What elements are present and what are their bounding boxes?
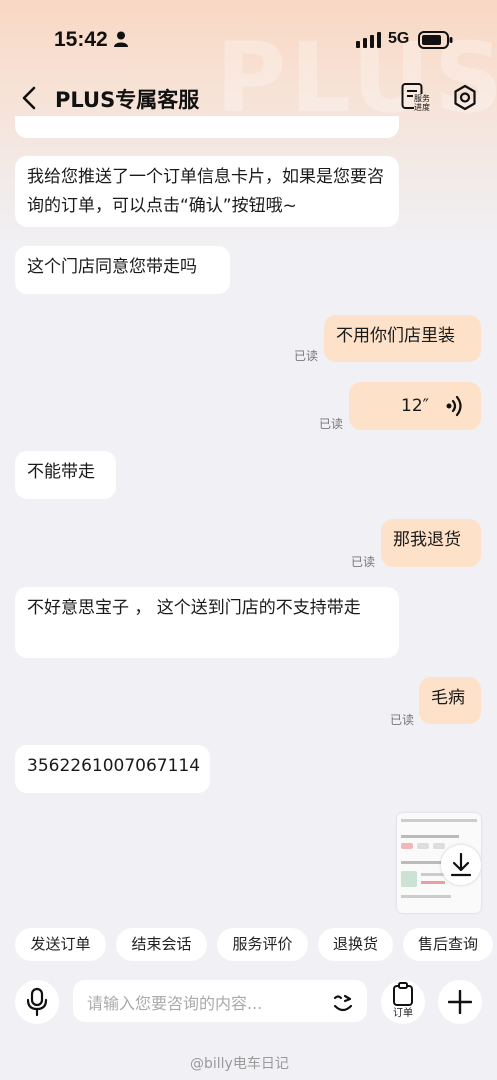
- quick-action-rate-service[interactable]: 服务评价: [217, 928, 308, 961]
- message-bubble: 这个门店同意您带走吗: [15, 246, 230, 294]
- more-button[interactable]: [438, 980, 482, 1024]
- battery-icon: [418, 31, 453, 49]
- message-bubble: 那我退货: [381, 519, 481, 567]
- order-label: 订单: [393, 1008, 413, 1019]
- read-receipt: 已读: [319, 417, 344, 431]
- voice-message-bubble[interactable]: 12″: [349, 382, 481, 430]
- network-type: 5G: [388, 30, 410, 47]
- message-text: 这个门店同意您带走吗: [27, 257, 197, 277]
- service-progress-button[interactable]: 服务进度: [401, 82, 433, 114]
- service-progress-label: 服务进度: [414, 94, 432, 112]
- status-bar: 15:42 5G: [0, 0, 497, 80]
- message-bubble: 3562261007067114: [15, 745, 210, 793]
- read-receipt: 已读: [351, 555, 376, 569]
- back-icon[interactable]: [16, 82, 44, 114]
- page-title: PLUS专属客服: [55, 88, 200, 112]
- voice-duration: 12″: [401, 396, 429, 416]
- order-button[interactable]: 订单: [381, 980, 425, 1024]
- read-receipt: 已读: [294, 349, 319, 363]
- quick-action-send-order[interactable]: 发送订单: [15, 928, 106, 961]
- message-text: 不能带走: [27, 462, 95, 482]
- message-text: 3562261007067114: [27, 756, 201, 776]
- voice-wave-icon: [446, 395, 462, 417]
- message-bubble: 我给您推送了一个订单信息卡片，如果是您要咨询的订单，可以点击“确认”按钮哦~: [15, 156, 399, 227]
- clipboard-icon: [393, 982, 413, 1006]
- weibo-watermark: @billy电车日记: [190, 1056, 289, 1072]
- signal-icon: [356, 32, 381, 48]
- screenshot-thumbnail[interactable]: [397, 813, 481, 913]
- message-text: 毛病: [431, 688, 465, 708]
- download-button[interactable]: [441, 845, 481, 885]
- quick-action-return-exchange[interactable]: 退换货: [318, 928, 393, 961]
- message-text: 那我退货: [393, 530, 461, 550]
- input-bar: 请输入您要咨询的内容... 订单: [0, 978, 497, 1026]
- message-bubble: 不能带走: [15, 451, 116, 499]
- message-text: 不用你们店里装: [336, 326, 455, 346]
- microphone-icon: [26, 987, 48, 1017]
- settings-icon[interactable]: [450, 82, 480, 114]
- message-bubble: 毛病: [419, 677, 481, 724]
- message-bubble: 不好意思宝子 ， 这个送到门店的不支持带走: [15, 587, 399, 658]
- message-text: 不好意思宝子 ， 这个送到门店的不支持带走: [27, 598, 361, 618]
- navigation-bar: PLUS专属客服 服务进度: [0, 78, 497, 118]
- previous-message-card: [15, 116, 399, 138]
- download-icon: [450, 852, 472, 877]
- plus-icon: [448, 990, 472, 1014]
- message-input[interactable]: 请输入您要咨询的内容...: [73, 980, 367, 1022]
- message-text: 我给您推送了一个订单信息卡片，如果是您要咨询的订单，可以点击“确认”按钮哦~: [27, 167, 384, 216]
- input-placeholder: 请输入您要咨询的内容...: [87, 994, 263, 1013]
- voice-input-button[interactable]: [15, 980, 59, 1024]
- read-receipt: 已读: [390, 713, 415, 727]
- message-bubble: 不用你们店里装: [324, 315, 481, 362]
- quick-actions-bar: 发送订单 结束会话 服务评价 退换货 售后查询: [0, 928, 497, 962]
- person-icon: [114, 31, 128, 47]
- emoji-icon[interactable]: [329, 988, 357, 1016]
- quick-action-end-chat[interactable]: 结束会话: [116, 928, 207, 961]
- status-time: 15:42: [54, 28, 108, 51]
- quick-action-after-sales[interactable]: 售后查询: [403, 928, 493, 961]
